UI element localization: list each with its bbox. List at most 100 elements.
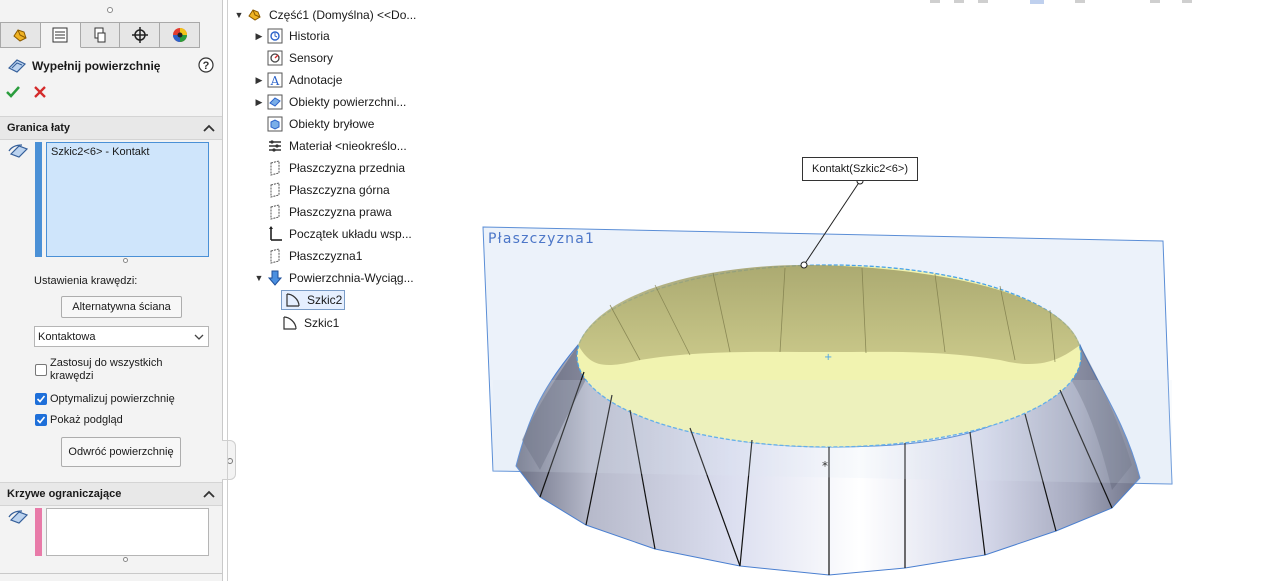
tab-dimxpert-manager[interactable] <box>120 22 161 48</box>
tree-item[interactable]: Płaszczyzna prawa <box>252 202 392 222</box>
solid-bodies-icon <box>267 116 283 132</box>
cancel-x-icon[interactable] <box>33 85 47 99</box>
selection-color-bar <box>35 142 42 257</box>
tree-item[interactable]: Sensory <box>252 48 333 68</box>
constraint-curves-listbox[interactable] <box>46 508 209 556</box>
tree-item-label: Sensory <box>289 51 334 65</box>
edge-condition-value: Kontaktowa <box>38 331 96 343</box>
property-manager-icon <box>52 27 68 43</box>
tree-child-item[interactable]: Szkic1 <box>281 313 339 333</box>
list-item[interactable]: Szkic2<6> - Kontakt <box>51 146 149 158</box>
tree-item-label: Powierzchnia-Wyciąg... <box>289 271 414 285</box>
expand-arrow-icon[interactable]: ▶ <box>252 31 266 42</box>
plane-icon <box>270 160 280 176</box>
configuration-manager-icon <box>94 27 106 43</box>
sketch-icon <box>283 316 297 330</box>
expand-arrow-icon[interactable]: ▶ <box>252 75 266 86</box>
patch-boundary-header[interactable]: Granica łaty <box>0 116 222 140</box>
tree-item-label: Płaszczyzna górna <box>289 183 390 197</box>
patch-boundary-listbox[interactable]: Szkic2<6> - Kontakt <box>46 142 209 257</box>
tree-item[interactable]: ▶ Obiekty powierzchni... <box>252 92 406 112</box>
manager-tabs <box>0 22 200 48</box>
optimize-surface-checkbox[interactable] <box>35 393 47 405</box>
tree-item-label: Początek układu wsp... <box>289 227 412 241</box>
contact-callout[interactable]: Kontakt(Szkic2<6>) <box>802 157 918 181</box>
extrude-surface-icon <box>267 270 283 286</box>
sensor-icon <box>267 50 283 66</box>
chevron-up-icon[interactable] <box>202 121 216 135</box>
help-icon[interactable]: ? <box>198 57 214 73</box>
tree-item[interactable]: Płaszczyzna1 <box>252 246 362 266</box>
part-icon <box>248 9 261 21</box>
panel-title: Wypełnij powierzchnię <box>32 59 161 73</box>
selected-item-highlight: Szkic2 <box>281 290 346 310</box>
alternate-face-button[interactable]: Alternatywna ściana <box>61 296 182 318</box>
property-manager-panel: Wypełnij powierzchnię ? Granica łaty Szk… <box>0 0 223 581</box>
collapse-arrow-icon[interactable]: ▼ <box>252 273 266 283</box>
tree-item-label: Szkic1 <box>304 316 340 330</box>
crosshair-icon <box>131 27 148 43</box>
tree-item-label: Adnotacje <box>289 73 343 87</box>
chevron-up-icon[interactable] <box>202 487 216 501</box>
optimize-surface-label: Optymalizuj powierzchnię <box>50 393 175 405</box>
plane-icon <box>270 248 280 264</box>
curve-selection-icon <box>8 510 29 524</box>
apply-all-edges-checkbox[interactable] <box>35 364 47 376</box>
constraint-curves-header[interactable]: Krzywe ograniczające <box>0 482 222 506</box>
tree-item[interactable]: Płaszczyzna górna <box>252 180 390 200</box>
tree-item[interactable]: Obiekty bryłowe <box>252 114 374 134</box>
tree-item-label: Obiekty bryłowe <box>289 117 375 131</box>
show-preview-label: Pokaż podgląd <box>50 414 123 426</box>
ok-checkmark-icon[interactable] <box>5 84 21 100</box>
show-preview-checkbox[interactable] <box>35 414 47 426</box>
edge-selection-icon <box>8 144 29 158</box>
divider <box>0 573 222 574</box>
curve-color-bar <box>35 508 42 556</box>
tree-item-label: Historia <box>289 29 330 43</box>
edge-settings-label: Ustawienia krawędzi: <box>34 275 138 287</box>
surface-bodies-icon <box>267 94 283 110</box>
tab-feature-manager[interactable] <box>0 22 41 48</box>
tree-item[interactable]: ▶ Historia <box>252 26 330 46</box>
apply-all-edges-label: Zastosuj do wszystkich krawędzi <box>50 357 163 382</box>
tab-configuration-manager[interactable] <box>80 22 121 48</box>
center-mark-icon: + <box>824 352 832 363</box>
callout-anchor <box>800 261 808 269</box>
tree-item[interactable]: Materiał <nieokreślo... <box>252 136 407 156</box>
annotation-icon: A <box>267 72 283 88</box>
item-wrap: Szkic1 <box>281 314 339 332</box>
edge-condition-select[interactable]: Kontaktowa <box>34 326 209 347</box>
check-icon <box>36 395 46 403</box>
fill-surface-icon <box>7 59 27 73</box>
tab-property-manager[interactable] <box>40 22 81 48</box>
tree-root[interactable]: ▼ Część1 (Domyślna) <<Do... <box>232 5 417 25</box>
listbox-resize-grip[interactable] <box>123 258 128 263</box>
sketch-icon <box>286 293 300 307</box>
svg-text:A: A <box>270 74 280 88</box>
origin-icon <box>269 226 282 241</box>
heads-up-toolbar[interactable] <box>930 0 1192 4</box>
tree-child-item[interactable]: Szkic2 <box>281 290 346 310</box>
plane-icon <box>270 204 280 220</box>
tree-item[interactable]: Płaszczyzna przednia <box>252 158 405 178</box>
tab-display-manager[interactable] <box>160 22 200 48</box>
reverse-surface-button[interactable]: Odwróć powierzchnię <box>61 437 181 467</box>
tree-item[interactable]: Początek układu wsp... <box>252 224 412 244</box>
panel-grip[interactable] <box>107 7 113 13</box>
graphics-viewport[interactable]: Płaszczyzna1 * + <box>228 0 1274 581</box>
expand-arrow-icon[interactable]: ▶ <box>252 97 266 108</box>
tree-root-label: Część1 (Domyślna) <<Do... <box>269 8 417 22</box>
plane-icon <box>270 182 280 198</box>
tree-item-label: Płaszczyzna1 <box>289 249 363 263</box>
tree-item[interactable]: ▼ Powierzchnia-Wyciąg... <box>252 268 414 288</box>
listbox-resize-grip[interactable] <box>123 557 128 562</box>
tree-item-label: Płaszczyzna przednia <box>289 161 406 175</box>
check-icon <box>36 416 46 424</box>
tree-item[interactable]: ▶ A Adnotacje <box>252 70 342 90</box>
collapse-arrow-icon[interactable]: ▼ <box>232 10 246 20</box>
chevron-down-icon <box>194 334 204 340</box>
center-mark-icon: * <box>822 459 828 473</box>
feature-manager-icon <box>13 29 28 42</box>
tree-item-label: Szkic2 <box>307 293 343 307</box>
display-manager-icon <box>172 28 187 42</box>
